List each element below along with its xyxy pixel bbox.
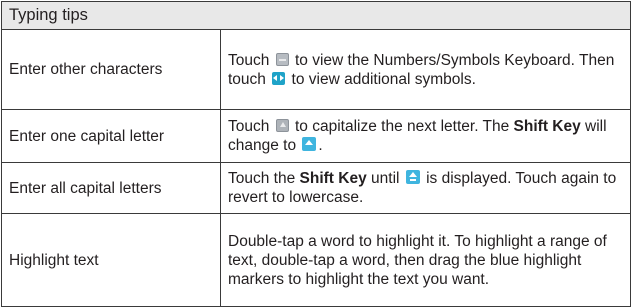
shift-active-icon	[302, 137, 317, 151]
page-arrows-icon	[272, 71, 286, 85]
row-description: Double-tap a word to highlight it. To hi…	[220, 213, 631, 307]
table-title-row: Typing tips	[1, 1, 631, 30]
row-label: Enter other characters	[1, 29, 221, 110]
shift-key-term: Shift Key	[299, 170, 367, 187]
table-row: Enter one capital letter Touch to capita…	[1, 109, 631, 163]
symbols-key-icon	[275, 52, 289, 66]
table-row: Enter other characters Touch to view the…	[1, 29, 631, 110]
shift-lock-icon	[405, 170, 420, 184]
table-row: Highlight text Double-tap a word to high…	[1, 213, 631, 307]
table-title: Typing tips	[1, 1, 631, 30]
table-row: Enter all capital letters Touch the Shif…	[1, 162, 631, 214]
shift-key-term: Shift Key	[513, 118, 581, 135]
row-label: Enter one capital letter	[1, 109, 221, 163]
row-description: Touch the Shift Key until is displayed. …	[220, 162, 631, 214]
row-label: Highlight text	[1, 213, 221, 307]
row-description: Touch to view the Numbers/Symbols Keyboa…	[220, 29, 631, 110]
row-label: Enter all capital letters	[1, 162, 221, 214]
shift-key-icon	[275, 119, 289, 132]
typing-tips-table: Typing tips Enter other characters Touch…	[1, 1, 631, 307]
row-description: Touch to capitalize the next letter. The…	[220, 109, 631, 163]
